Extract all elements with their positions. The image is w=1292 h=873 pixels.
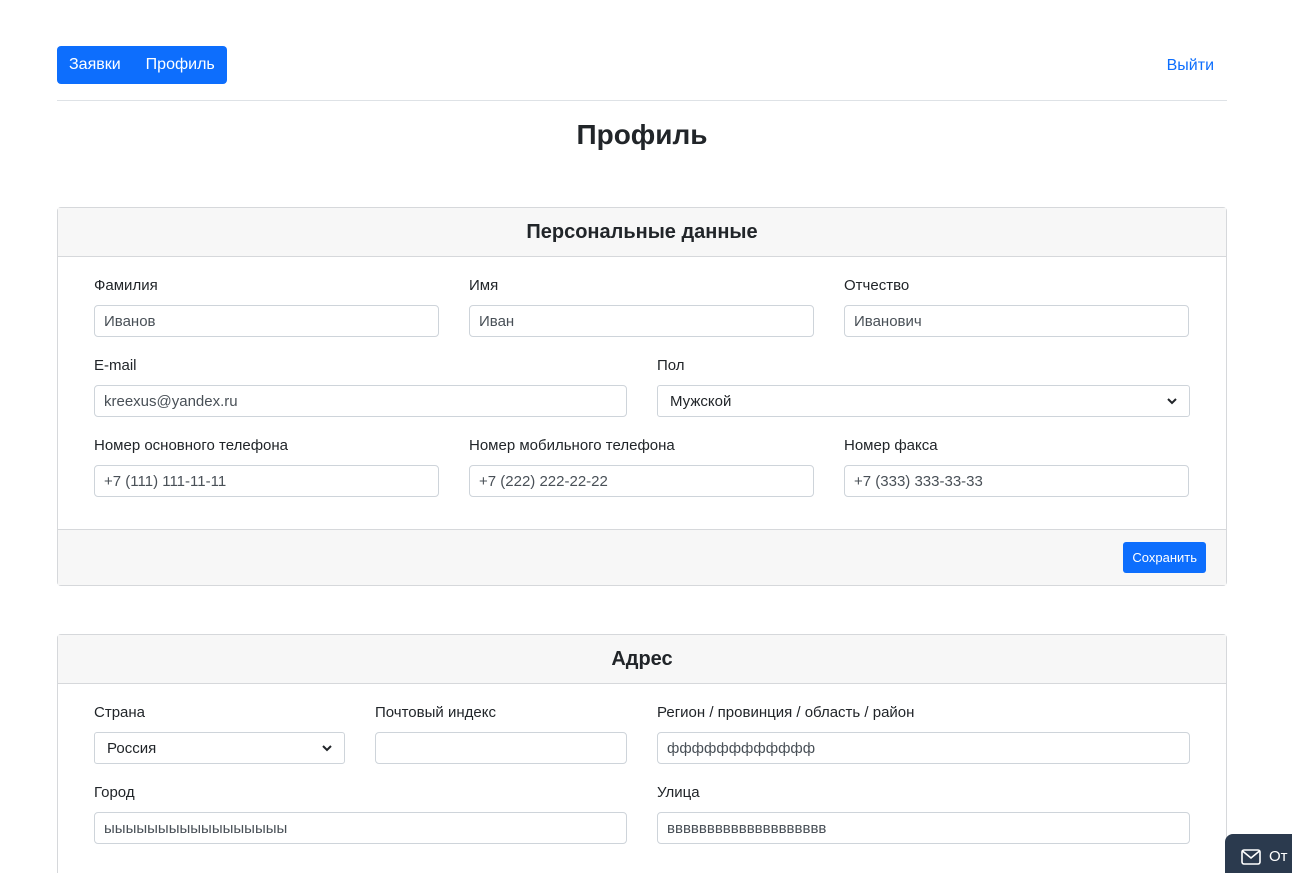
city-input[interactable]: ыыыыыыыыыыыыыыыыы <box>94 812 627 844</box>
region-input[interactable]: фффффффффффф <box>657 732 1190 764</box>
email-label: E-mail <box>94 357 137 374</box>
fax-input[interactable]: +7 (333) 333-33-33 <box>844 465 1189 497</box>
last-name-input[interactable]: Иванов <box>94 305 439 337</box>
mail-icon <box>1241 848 1261 865</box>
patronymic-label: Отчество <box>844 277 910 294</box>
chevron-down-icon <box>1167 398 1177 405</box>
save-button[interactable]: Сохранить <box>1123 542 1206 573</box>
nav-item-requests[interactable]: Заявки <box>69 56 121 74</box>
fax-label: Номер факса <box>844 437 938 454</box>
country-select-value: Россия <box>107 739 157 757</box>
personal-data-footer: Сохранить <box>58 529 1226 585</box>
address-header: Адрес <box>58 635 1226 684</box>
feedback-label: От <box>1269 848 1288 865</box>
country-label: Страна <box>94 704 146 721</box>
page-title: Профиль <box>576 119 708 150</box>
street-input[interactable]: вввввввввввввввввввв <box>657 812 1190 844</box>
gender-select-value: Мужской <box>670 392 732 410</box>
header-divider <box>57 100 1227 101</box>
chevron-down-icon <box>322 745 332 752</box>
feedback-button[interactable]: От <box>1225 834 1292 873</box>
personal-data-card: Персональные данные Фамилия Иванов Имя И… <box>57 207 1227 586</box>
city-label: Город <box>94 784 135 801</box>
postal-input[interactable] <box>375 732 627 764</box>
address-card: Адрес Страна Россия Почтовый индекс Реги… <box>57 634 1227 873</box>
email-input[interactable]: kreexus@yandex.ru <box>94 385 627 417</box>
phone-main-input[interactable]: +7 (111) 111-11-11 <box>94 465 439 497</box>
personal-data-body: Фамилия Иванов Имя Иван Отчество Иванови… <box>58 257 1226 529</box>
nav-item-profile[interactable]: Профиль <box>146 56 215 74</box>
phone-main-label: Номер основного телефона <box>94 437 289 454</box>
logout-link[interactable]: Выйти <box>1167 57 1214 75</box>
patronymic-input[interactable]: Иванович <box>844 305 1189 337</box>
country-select[interactable]: Россия <box>94 732 345 764</box>
postal-label: Почтовый индекс <box>375 704 496 721</box>
main-nav: Заявки Профиль <box>57 46 227 84</box>
phone-mobile-input[interactable]: +7 (222) 222-22-22 <box>469 465 814 497</box>
gender-select[interactable]: Мужской <box>657 385 1190 417</box>
last-name-label: Фамилия <box>94 277 158 294</box>
gender-label: Пол <box>657 357 685 374</box>
street-label: Улица <box>657 784 700 801</box>
region-label: Регион / провинция / область / район <box>657 704 915 721</box>
phone-mobile-label: Номер мобильного телефона <box>469 437 675 454</box>
first-name-label: Имя <box>469 277 499 294</box>
first-name-input[interactable]: Иван <box>469 305 814 337</box>
personal-data-header: Персональные данные <box>58 208 1226 257</box>
address-body: Страна Россия Почтовый индекс Регион / п… <box>58 684 1226 873</box>
